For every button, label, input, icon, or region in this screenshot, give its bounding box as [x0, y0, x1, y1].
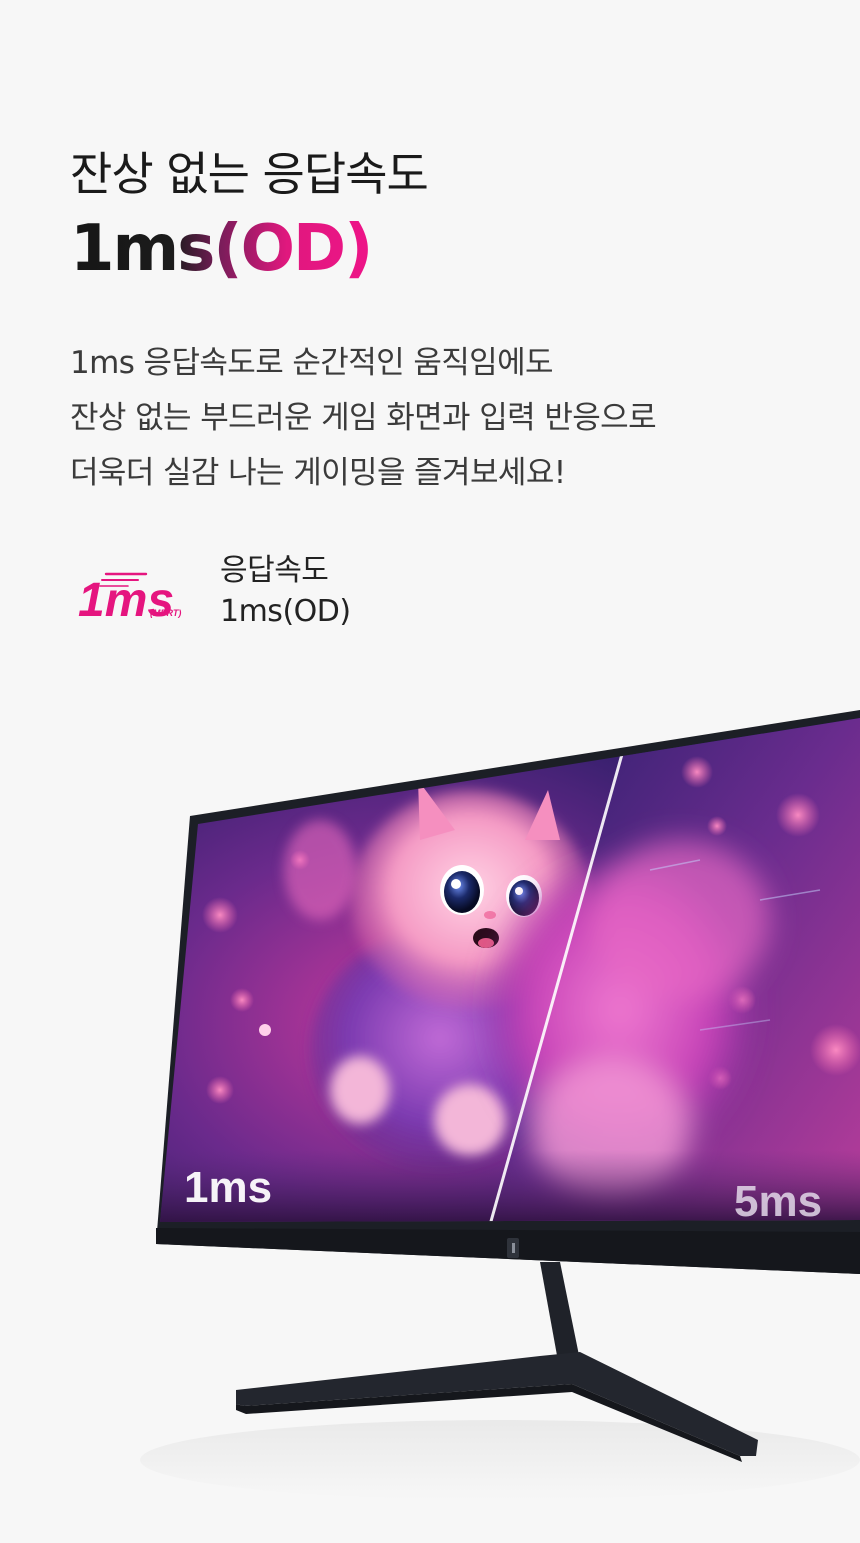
spec-headline: 1ms(OD) [70, 212, 373, 286]
slow-response-label: 5ms [734, 1177, 822, 1226]
page-title: 잔상 없는 응답속도 [70, 147, 429, 201]
fast-response-label: 1ms [184, 1163, 272, 1212]
description-line: 잔상 없는 부드러운 게임 화면과 입력 반응으로 [70, 400, 657, 436]
monitor-illustration: 1ms 5ms [140, 710, 860, 1500]
description: 1ms 응답속도로 순간적인 움직임에도 잔상 없는 부드러운 게임 화면과 입… [70, 336, 810, 501]
description-line: 더욱더 실감 나는 게이밍을 즐겨보세요! [70, 455, 566, 491]
badge-sub: (MPRT) [150, 608, 181, 618]
response-time-badge-icon: 1ms (MPRT) [78, 572, 181, 626]
monitor-screen [160, 718, 860, 1222]
spec-label: 응답속도 [220, 553, 329, 588]
description-line: 1ms 응답속도로 순간적인 움직임에도 [70, 345, 554, 381]
spec-value: 1ms(OD) [220, 594, 351, 629]
badge-main: 1ms [78, 574, 174, 626]
